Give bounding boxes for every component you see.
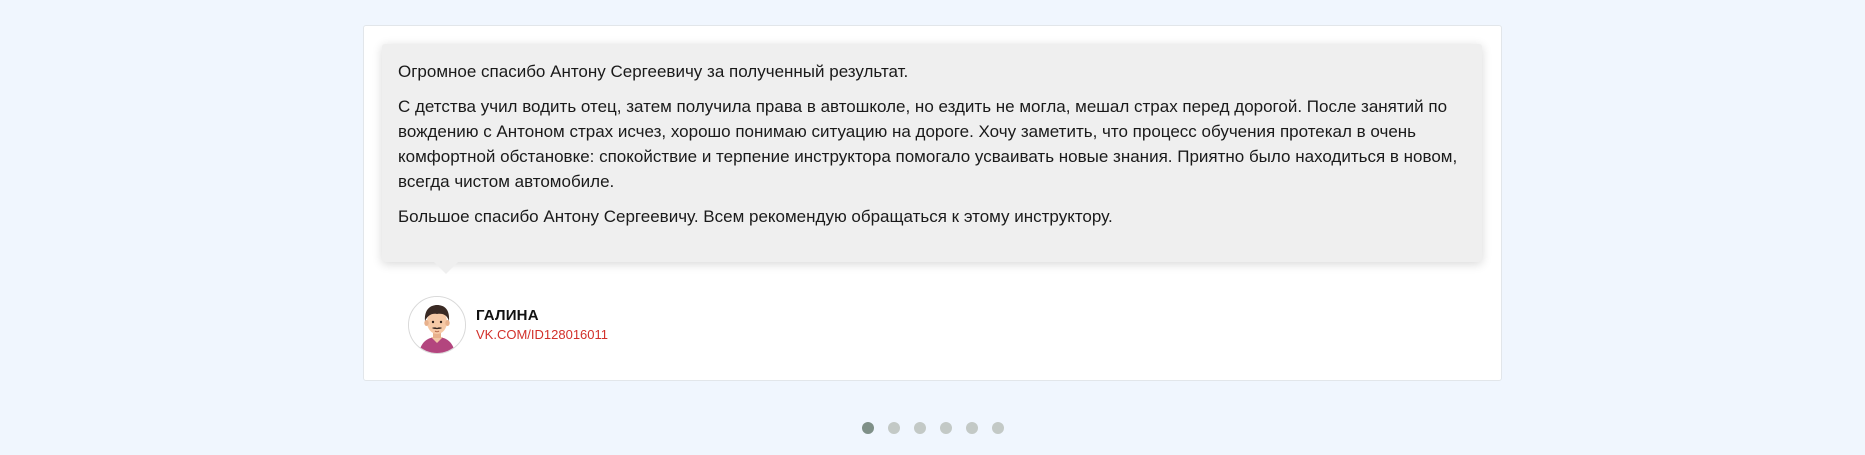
carousel-pagination <box>862 422 1004 434</box>
carousel-dot-2[interactable] <box>888 422 900 434</box>
carousel-dot-1[interactable] <box>862 422 874 434</box>
review-author: ГАЛИНА VK.COM/ID128016011 <box>408 296 608 354</box>
author-name: ГАЛИНА <box>476 307 539 324</box>
carousel-dot-6[interactable] <box>992 422 1004 434</box>
review-card: Огромное спасибо Антону Сергеевичу за по… <box>363 25 1502 381</box>
quote-tail <box>434 262 458 274</box>
carousel-dot-5[interactable] <box>966 422 978 434</box>
review-quote: Огромное спасибо Антону Сергеевичу за по… <box>382 44 1482 274</box>
user-avatar-icon <box>408 296 466 354</box>
carousel-dot-3[interactable] <box>914 422 926 434</box>
carousel-dot-4[interactable] <box>940 422 952 434</box>
review-paragraph: Огромное спасибо Антону Сергеевичу за по… <box>398 62 909 81</box>
review-paragraph: Большое спасибо Антону Сергеевичу. Всем … <box>398 207 1113 226</box>
author-profile-link[interactable]: VK.COM/ID128016011 <box>476 326 608 344</box>
review-paragraph: С детства учил водить отец, затем получи… <box>398 97 1458 191</box>
